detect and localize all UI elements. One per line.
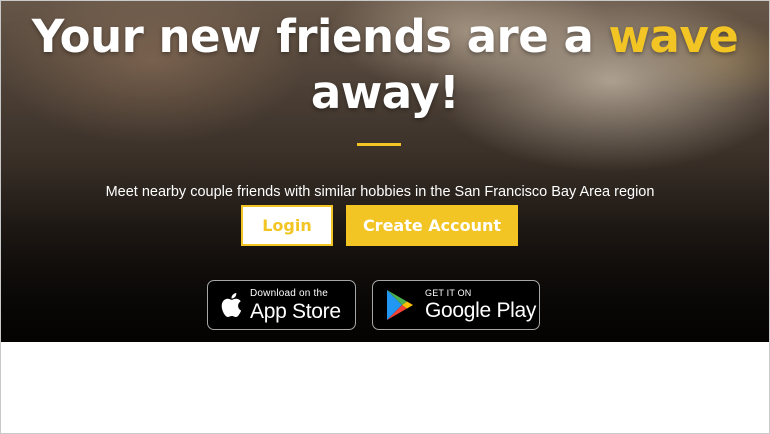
headline-accent-word: wave [608,10,739,63]
headline-text: Your new friends are a [31,10,609,63]
hero-tagline: Meet nearby couple friends with similar … [105,183,655,200]
headline-text-line2: away! [310,66,460,119]
page-body-blank [1,342,769,433]
create-account-button[interactable]: Create Account [346,205,518,246]
google-play-small-label: GET IT ON [425,288,472,298]
app-store-big-label: App Store [250,299,341,323]
app-store-small-label: Download on the [250,287,329,299]
login-button[interactable]: Login [241,205,333,246]
hero-headline: Your new friends are a wave away! [1,9,769,121]
google-play-badge[interactable]: GET IT ON Google Play [372,280,540,330]
google-play-text: GET IT ON Google Play [425,288,537,322]
headline-divider [357,143,401,146]
google-play-big-label: Google Play [425,299,537,322]
page-frame: Your new friends are a wave away! Meet n… [0,0,770,434]
app-store-text: Download on the App Store [250,287,341,323]
apple-icon [218,292,244,318]
hero-section: Your new friends are a wave away! Meet n… [1,1,769,342]
app-store-badge[interactable]: Download on the App Store [207,280,356,330]
google-play-icon [383,289,417,321]
